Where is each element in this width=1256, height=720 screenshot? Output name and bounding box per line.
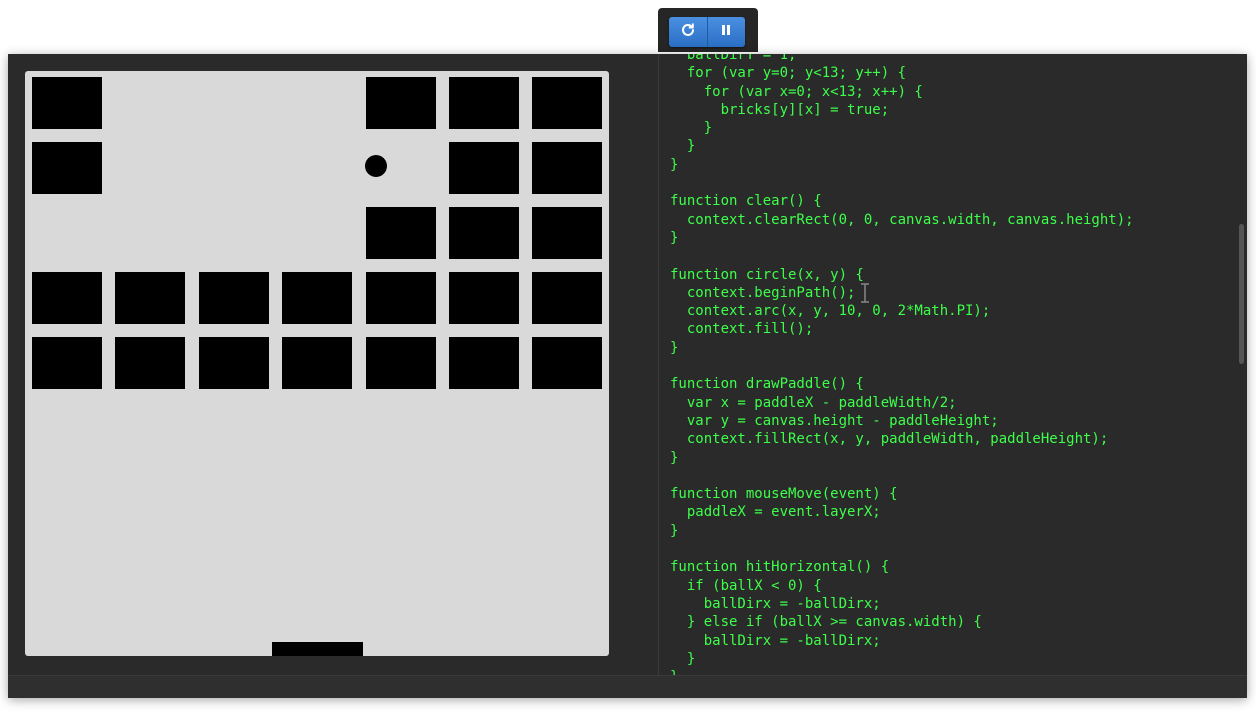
brick [366,207,436,259]
brick [449,207,519,259]
pause-button[interactable] [706,17,745,47]
brick [449,77,519,129]
editor-scrollbar[interactable] [1239,224,1244,364]
paddle [272,642,363,656]
brick [32,337,102,389]
brick [449,142,519,194]
pause-icon [720,23,732,41]
brick [449,272,519,324]
brick [532,77,602,129]
ball [365,155,387,177]
brick [32,142,102,194]
brick [115,272,185,324]
brick [199,272,269,324]
text-cursor-icon [861,283,869,303]
code-editor[interactable]: ballDirY = 1; for (var y=0; y<13; y++) {… [659,54,1247,676]
brick [449,337,519,389]
brick [366,337,436,389]
brick [282,272,352,324]
app-window: ballDirY = 1; for (var y=0; y<13; y++) {… [8,54,1247,698]
brick [115,337,185,389]
brick [32,77,102,129]
game-canvas[interactable] [25,71,609,656]
toolbar [658,8,758,52]
brick [532,272,602,324]
brick [532,207,602,259]
brick [532,142,602,194]
brick [366,272,436,324]
brick [366,77,436,129]
playback-button-group [669,17,745,47]
brick [199,337,269,389]
reload-icon [680,22,696,43]
brick [532,337,602,389]
brick [32,272,102,324]
reload-button[interactable] [669,17,707,47]
status-bar [8,675,1247,698]
code-text[interactable]: ballDirY = 1; for (var y=0; y<13; y++) {… [670,54,1134,676]
brick [282,337,352,389]
